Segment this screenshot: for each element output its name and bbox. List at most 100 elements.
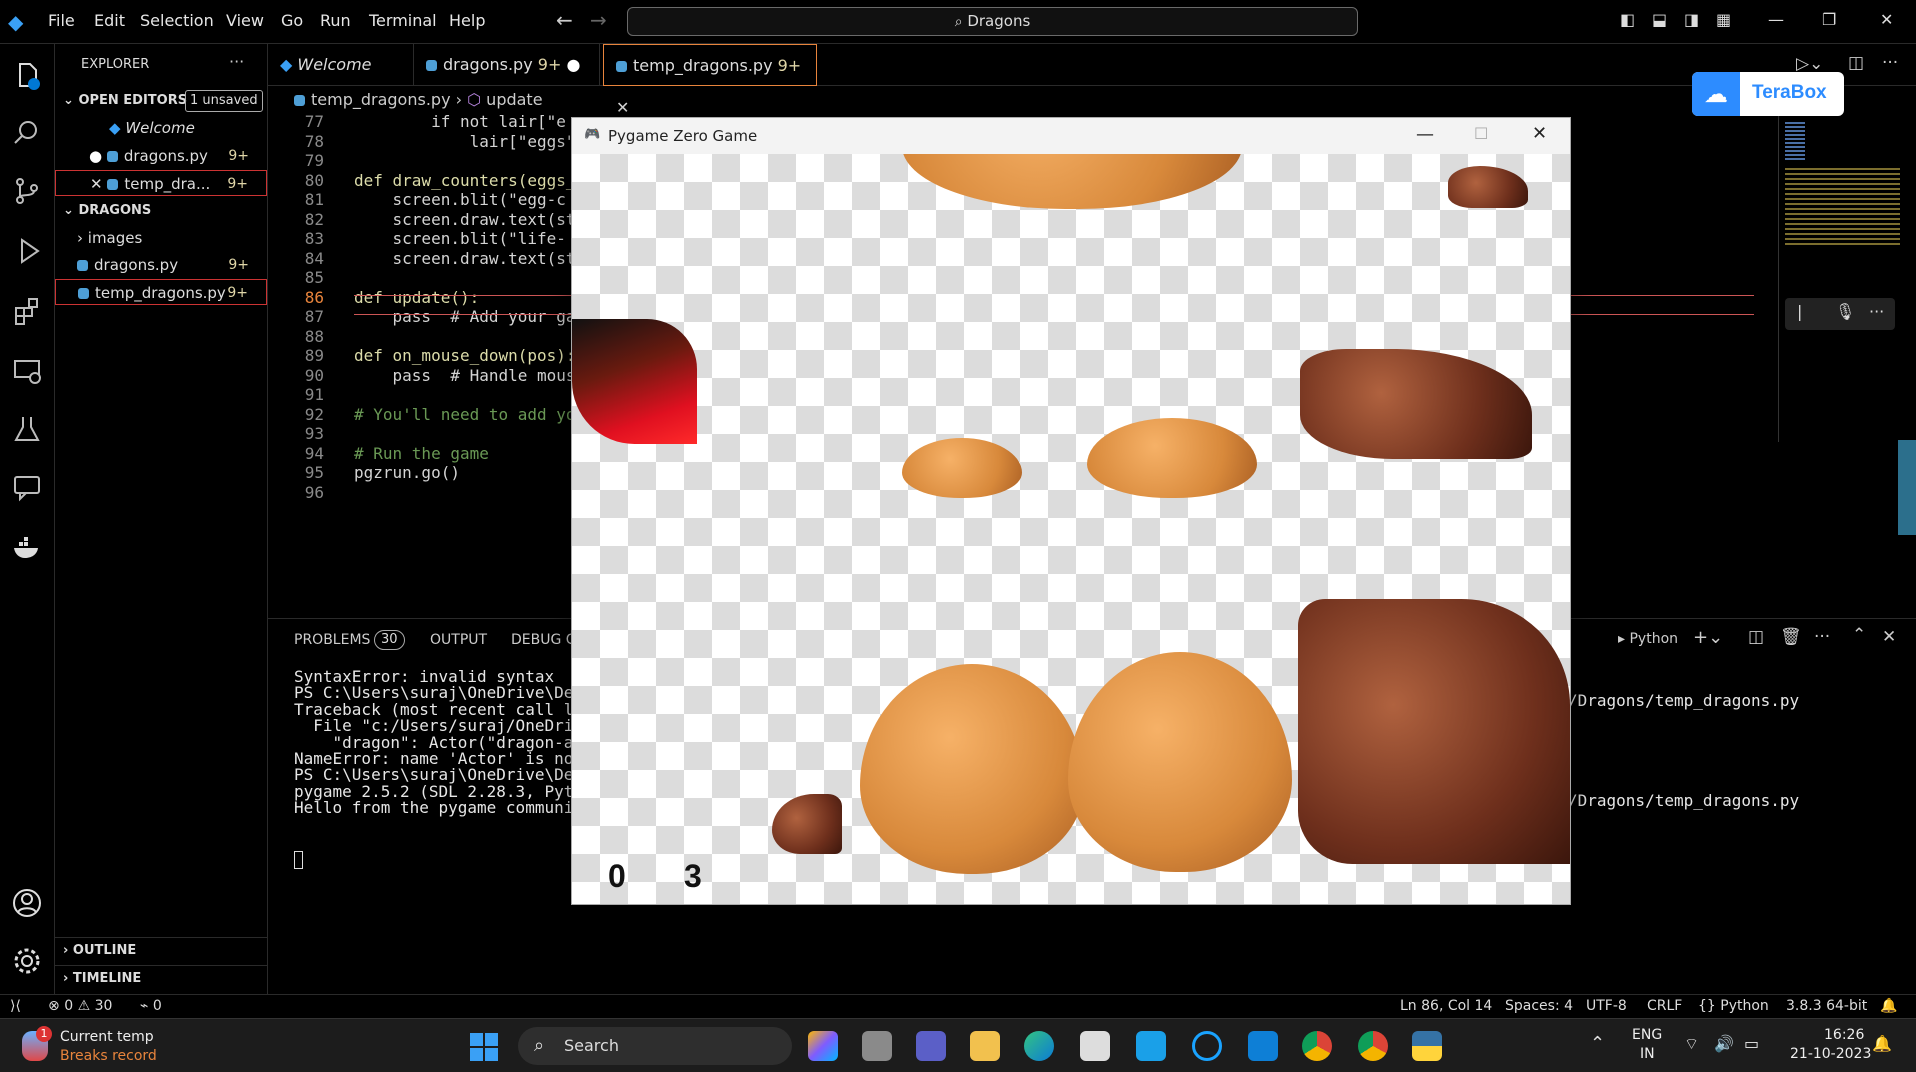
tree-item-temp-dragons[interactable]: temp_dragons.py 9+ xyxy=(55,279,267,305)
back-arrow-icon[interactable]: ← xyxy=(556,8,573,32)
code-line[interactable]: screen.blit("egg-c xyxy=(354,190,566,209)
menu-selection[interactable]: Selection xyxy=(140,11,214,30)
windows-start-icon[interactable] xyxy=(470,1033,498,1061)
forward-arrow-icon[interactable]: → xyxy=(590,8,607,32)
unsaved-dot-icon[interactable]: ● xyxy=(566,55,580,74)
minimize-icon[interactable]: — xyxy=(1768,10,1784,29)
code-line[interactable]: screen.draw.text(st xyxy=(354,249,576,268)
code-line[interactable]: # Run the game xyxy=(354,444,489,463)
search-icon[interactable] xyxy=(10,116,44,150)
taskbar-search[interactable]: ⌕ Search xyxy=(518,1027,792,1065)
weather-subtitle[interactable]: Breaks record xyxy=(60,1048,157,1064)
code-line[interactable]: screen.blit("life- xyxy=(354,229,566,248)
python-app-icon[interactable] xyxy=(1412,1031,1442,1061)
code-line[interactable]: pgzrun.go() xyxy=(354,463,460,482)
maximize-panel-icon[interactable]: ⌃ xyxy=(1852,625,1866,645)
store-icon[interactable] xyxy=(1080,1031,1110,1061)
edge-icon[interactable] xyxy=(1024,1031,1054,1061)
tree-item-images[interactable]: › images xyxy=(55,225,267,251)
command-center-search[interactable]: ⌕ Dragons xyxy=(627,7,1358,36)
game-canvas[interactable]: 0 3 xyxy=(572,154,1570,904)
code-line[interactable]: def draw_counters(eggs_ xyxy=(354,171,576,190)
python-interpreter[interactable]: 3.8.3 64-bit xyxy=(1786,998,1867,1014)
menu-edit[interactable]: Edit xyxy=(94,11,125,30)
customize-layout-icon[interactable]: ▦ xyxy=(1716,10,1731,29)
clock-date[interactable]: 21-10-2023 xyxy=(1790,1046,1871,1062)
language-indicator-bottom[interactable]: IN xyxy=(1640,1046,1655,1062)
breadcrumb-symbol[interactable]: update xyxy=(486,90,542,109)
unsaved-dot-icon[interactable]: ● xyxy=(89,147,107,165)
toggle-secondary-sidebar-icon[interactable]: ◨ xyxy=(1684,10,1699,29)
remote-explorer-icon[interactable] xyxy=(10,354,44,388)
remote-icon[interactable]: ⟩⟨ xyxy=(10,998,21,1014)
wifi-icon[interactable]: ⌔ xyxy=(1684,1034,1699,1054)
l-app-icon[interactable] xyxy=(1136,1031,1166,1061)
copilot-icon[interactable] xyxy=(808,1031,838,1061)
tab-problems[interactable]: PROBLEMS xyxy=(294,632,370,648)
outline-header[interactable]: › OUTLINE xyxy=(55,937,267,963)
file-explorer-icon[interactable] xyxy=(970,1031,1000,1061)
close-icon[interactable]: ✕ xyxy=(1880,10,1893,29)
new-terminal-icon[interactable]: +⌄ xyxy=(1693,627,1723,648)
open-editor-temp-dragons[interactable]: ✕ temp_dra... 9+ xyxy=(55,170,267,196)
line-ending[interactable]: CRLF xyxy=(1647,998,1682,1014)
more-actions-icon[interactable]: ··· xyxy=(1814,627,1830,647)
explorer-icon[interactable] xyxy=(10,58,44,92)
dragons-folder-header[interactable]: ⌄ DRAGONS xyxy=(55,198,267,224)
encoding[interactable]: UTF-8 xyxy=(1586,998,1627,1014)
tab-output[interactable]: OUTPUT xyxy=(430,632,487,648)
docker-icon[interactable] xyxy=(10,530,44,564)
minimap[interactable] xyxy=(1785,112,1900,292)
language-indicator-top[interactable]: ENG xyxy=(1632,1027,1662,1043)
pygame-window[interactable]: 🎮 Pygame Zero Game — ☐ ✕ 0 3 xyxy=(571,117,1571,905)
menu-file[interactable]: File xyxy=(48,11,75,30)
terminal-shell-selector[interactable]: ▸ Python xyxy=(1618,631,1678,647)
code-line[interactable]: # You'll need to add yo xyxy=(354,405,576,424)
editor-scrollbar[interactable] xyxy=(1778,112,1784,442)
close-panel-icon[interactable]: ✕ xyxy=(1882,627,1896,647)
tree-item-dragons[interactable]: dragons.py 9+ xyxy=(55,252,267,278)
menu-view[interactable]: View xyxy=(226,11,264,30)
weather-title[interactable]: Current temp xyxy=(60,1029,154,1045)
task-view-icon[interactable] xyxy=(862,1031,892,1061)
maximize-icon[interactable]: ❐ xyxy=(1822,10,1836,29)
run-debug-icon[interactable] xyxy=(10,234,44,268)
close-icon[interactable]: ✕ xyxy=(90,175,107,193)
toggle-panel-icon[interactable]: ⬓ xyxy=(1652,10,1667,29)
split-editor-icon[interactable]: ◫ xyxy=(1848,53,1864,73)
gear-icon[interactable] xyxy=(10,944,44,978)
volume-icon[interactable]: 🔊 xyxy=(1714,1034,1734,1053)
tab-dragons[interactable]: dragons.py 9+ ● xyxy=(414,44,600,86)
more-actions-icon[interactable]: ··· xyxy=(229,52,244,71)
notification-bell-icon[interactable]: 🔔 xyxy=(1872,1034,1892,1053)
more-actions-icon[interactable]: ··· xyxy=(1869,302,1884,321)
extensions-icon[interactable] xyxy=(10,294,44,328)
chrome-icon[interactable] xyxy=(1358,1031,1388,1061)
terabox-widget[interactable]: ☁ TeraBox xyxy=(1692,72,1844,116)
accounts-icon[interactable] xyxy=(10,886,44,920)
split-terminal-icon[interactable]: ◫ xyxy=(1748,627,1764,647)
cortana-icon[interactable] xyxy=(1192,1031,1222,1061)
trash-icon[interactable]: 🗑 xyxy=(1780,627,1802,647)
pygame-title-bar[interactable]: 🎮 Pygame Zero Game — ☐ ✕ xyxy=(572,118,1570,154)
bell-icon[interactable]: 🔔 xyxy=(1880,998,1897,1014)
code-line[interactable]: if not lair["e xyxy=(354,112,566,131)
testing-icon[interactable] xyxy=(10,412,44,446)
open-editor-welcome[interactable]: ◆ Welcome xyxy=(55,115,267,141)
code-line[interactable]: pass # Handle mous xyxy=(354,366,576,385)
problems-status[interactable]: ⊗ 0 ⚠ 30 xyxy=(48,998,112,1014)
teams-icon[interactable] xyxy=(916,1031,946,1061)
run-file-icon[interactable]: ▷⌄ xyxy=(1796,54,1823,74)
breadcrumb-file[interactable]: temp_dragons.py xyxy=(311,90,451,109)
chrome-icon[interactable] xyxy=(1302,1031,1332,1061)
more-actions-icon[interactable]: ··· xyxy=(1882,53,1898,73)
indentation[interactable]: Spaces: 4 xyxy=(1505,998,1573,1014)
language-mode[interactable]: {} Python xyxy=(1698,998,1769,1014)
cursor-position[interactable]: Ln 86, Col 14 xyxy=(1400,998,1492,1014)
menu-run[interactable]: Run xyxy=(320,11,351,30)
menu-go[interactable]: Go xyxy=(281,11,303,30)
minimize-icon[interactable]: — xyxy=(1416,124,1434,145)
battery-icon[interactable]: ▭ xyxy=(1744,1034,1759,1053)
tab-temp-dragons[interactable]: temp_dragons.py 9+ ✕ xyxy=(603,44,817,117)
open-editor-dragons[interactable]: ● dragons.py 9+ xyxy=(55,143,267,169)
